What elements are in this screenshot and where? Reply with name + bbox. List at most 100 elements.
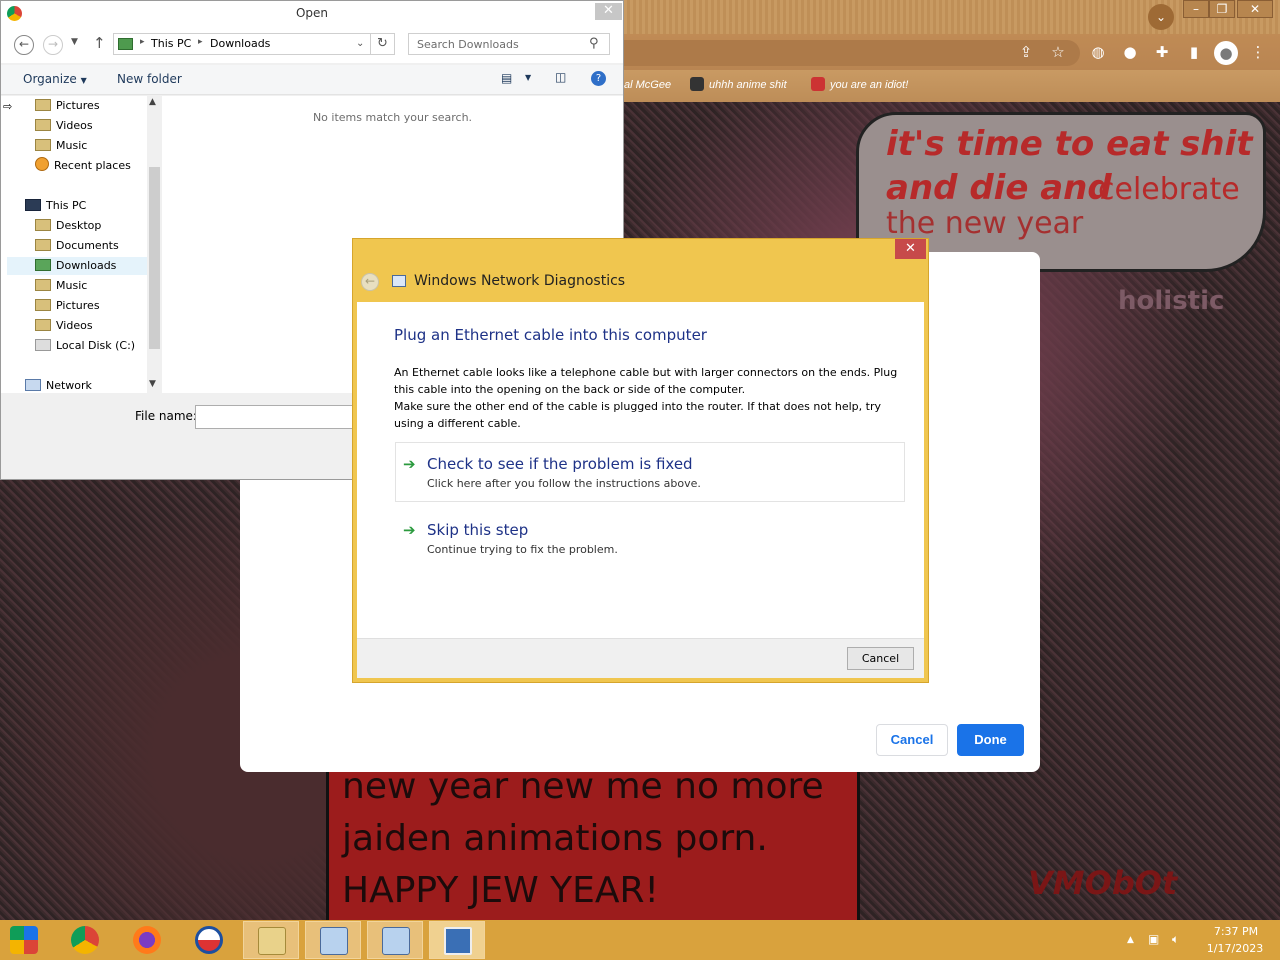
firefox-icon xyxy=(133,926,161,954)
network-diagnostics-icon xyxy=(320,927,348,955)
option-subtitle: Click here after you follow the instruct… xyxy=(427,477,701,490)
clock-date[interactable]: 1/17/2023 xyxy=(1200,942,1270,955)
comic-line: new year new me no more xyxy=(342,766,824,807)
bookmark-star-icon[interactable]: ☆ xyxy=(1048,42,1068,62)
breadcrumb-separator-icon: ▸ xyxy=(140,37,145,47)
view-chevron-down-icon[interactable]: ▼ xyxy=(525,73,531,82)
diagnostics-heading: Plug an Ethernet cable into this compute… xyxy=(394,326,707,344)
nav-item-documents[interactable]: Documents xyxy=(35,237,147,255)
nav-scrollbar-thumb[interactable] xyxy=(149,167,160,349)
share-icon[interactable]: ⇪ xyxy=(1016,42,1036,62)
scroll-up-icon[interactable]: ▲ xyxy=(149,97,156,107)
restore-icon[interactable]: ❐ xyxy=(1209,0,1235,18)
pointer-arrow-icon: ⇨ xyxy=(3,100,13,113)
videos-folder-icon xyxy=(35,119,51,131)
music-folder-icon xyxy=(35,279,51,291)
file-explorer-icon xyxy=(258,927,286,955)
taskbar-obama-app[interactable] xyxy=(181,921,237,959)
nav-item-network[interactable]: Network xyxy=(25,377,147,395)
back-arrow-icon[interactable]: ← xyxy=(14,35,34,55)
organize-menu[interactable]: Organize ▼ xyxy=(23,72,87,86)
music-folder-icon xyxy=(35,139,51,151)
network-icon xyxy=(25,379,41,391)
bubble-line: and die and xyxy=(886,168,1112,208)
network-disconnected-icon[interactable]: ▣ xyxy=(1148,932,1159,946)
nav-item-videos[interactable]: Videos xyxy=(35,317,147,335)
nav-item-music[interactable]: Music xyxy=(35,137,147,155)
bubble-line: celebrate xyxy=(1098,172,1240,207)
search-icon[interactable]: ⚲ xyxy=(589,36,599,51)
nav-item-videos[interactable]: Videos xyxy=(35,117,147,135)
preview-pane-icon[interactable]: ◫ xyxy=(555,70,566,84)
refresh-icon[interactable]: ↻ xyxy=(371,33,395,55)
clock-time[interactable]: 7:37 PM xyxy=(1206,925,1266,938)
taskbar-firefox[interactable] xyxy=(119,921,175,959)
nav-item-this-pc[interactable]: This PC xyxy=(25,197,147,215)
bubble-line: the new year xyxy=(886,206,1084,241)
folder-location-icon xyxy=(118,38,133,50)
breadcrumb-separator-icon: ▸ xyxy=(198,37,203,47)
profile-avatar-icon[interactable]: ● xyxy=(1214,41,1238,65)
modal-cancel-button[interactable]: Cancel xyxy=(876,724,948,756)
green-arrow-icon: ➔ xyxy=(403,455,416,473)
extensions-puzzle-icon[interactable]: ✚ xyxy=(1152,42,1172,62)
side-panel-icon[interactable]: ▮ xyxy=(1184,42,1204,62)
close-window-icon[interactable]: ✕ xyxy=(1237,0,1273,18)
search-input[interactable]: Search Downloads xyxy=(408,33,610,55)
nav-item-desktop[interactable]: Desktop xyxy=(35,217,147,235)
minimize-icon[interactable]: – xyxy=(1183,0,1209,18)
diagnostics-instructions: Make sure the other end of the cable is … xyxy=(394,400,882,430)
scroll-down-icon[interactable]: ▼ xyxy=(149,379,156,389)
nav-item-pictures[interactable]: Pictures xyxy=(35,297,147,315)
start-button[interactable] xyxy=(0,921,56,959)
taskbar-file-explorer[interactable] xyxy=(243,921,299,959)
address-dropdown-icon[interactable]: ⌄ xyxy=(356,38,364,49)
forward-arrow-icon[interactable]: → xyxy=(43,35,63,55)
chevron-down-icon: ▼ xyxy=(80,76,87,85)
watermark-text: VMObOt xyxy=(1028,864,1178,902)
diagnostics-title: Windows Network Diagnostics xyxy=(414,273,626,289)
view-options-icon[interactable]: ▤ xyxy=(501,71,512,85)
breadcrumb-this-pc[interactable]: This PC xyxy=(151,37,191,50)
remote-desktop-icon xyxy=(444,927,472,955)
bookmark-item[interactable]: uhhh anime shit xyxy=(690,77,787,93)
volume-icon[interactable]: 🔈︎ xyxy=(1172,932,1179,947)
show-hidden-icons-icon[interactable]: ▲ xyxy=(1127,935,1134,945)
menu-kebab-icon[interactable]: ⋮ xyxy=(1248,42,1268,62)
extension-avatar-icon[interactable]: ● xyxy=(1120,42,1140,62)
recent-locations-chevron-icon[interactable]: ▼ xyxy=(71,37,78,47)
close-icon[interactable]: ✕ xyxy=(595,3,622,20)
up-arrow-icon[interactable]: ↑ xyxy=(93,34,106,52)
cancel-button[interactable]: Cancel xyxy=(847,647,914,670)
nav-item-recent-places[interactable]: Recent places xyxy=(35,157,147,175)
address-bar[interactable] xyxy=(590,40,1080,66)
option-title[interactable]: Check to see if the problem is fixed xyxy=(427,455,693,473)
nav-item-local-disk[interactable]: Local Disk (C:) xyxy=(35,337,147,355)
modal-done-button[interactable]: Done xyxy=(957,724,1024,756)
nav-item-pictures[interactable]: Pictures xyxy=(35,97,147,115)
bookmark-item[interactable]: you are an idiot! xyxy=(811,77,908,93)
taskbar-network-diagnostics[interactable] xyxy=(305,921,361,959)
bookmark-item[interactable]: al McGee xyxy=(624,77,671,93)
green-arrow-icon: ➔ xyxy=(403,521,416,539)
tab-search-icon[interactable]: ⌄ xyxy=(1148,4,1174,30)
taskbar-chrome[interactable] xyxy=(57,921,113,959)
open-dialog-title: Open xyxy=(295,6,329,20)
new-folder-button[interactable]: New folder xyxy=(117,72,182,86)
file-name-label: File name: xyxy=(135,409,197,423)
bubble-line: it's time to eat shit xyxy=(886,124,1253,164)
bubble-subtext: holistic xyxy=(1118,286,1225,316)
breadcrumb-downloads[interactable]: Downloads xyxy=(210,37,270,50)
address-breadcrumb[interactable]: ▸ This PC ▸ Downloads ⌄ xyxy=(113,33,371,55)
comic-line: jaiden animations porn. xyxy=(342,818,768,859)
help-icon[interactable]: ? xyxy=(591,71,606,86)
close-icon[interactable]: ✕ xyxy=(895,239,926,259)
file-name-field[interactable] xyxy=(195,405,355,429)
skip-step-option[interactable]: Skip this step xyxy=(427,521,528,539)
taskbar-network-diagnostics[interactable] xyxy=(367,921,423,959)
back-arrow-icon[interactable]: ← xyxy=(361,273,379,291)
taskbar-remote-desktop[interactable] xyxy=(429,921,485,959)
nav-item-downloads[interactable]: Downloads xyxy=(7,257,147,275)
nav-item-music[interactable]: Music xyxy=(35,277,147,295)
extension-flag-icon[interactable]: ◍ xyxy=(1088,42,1108,62)
